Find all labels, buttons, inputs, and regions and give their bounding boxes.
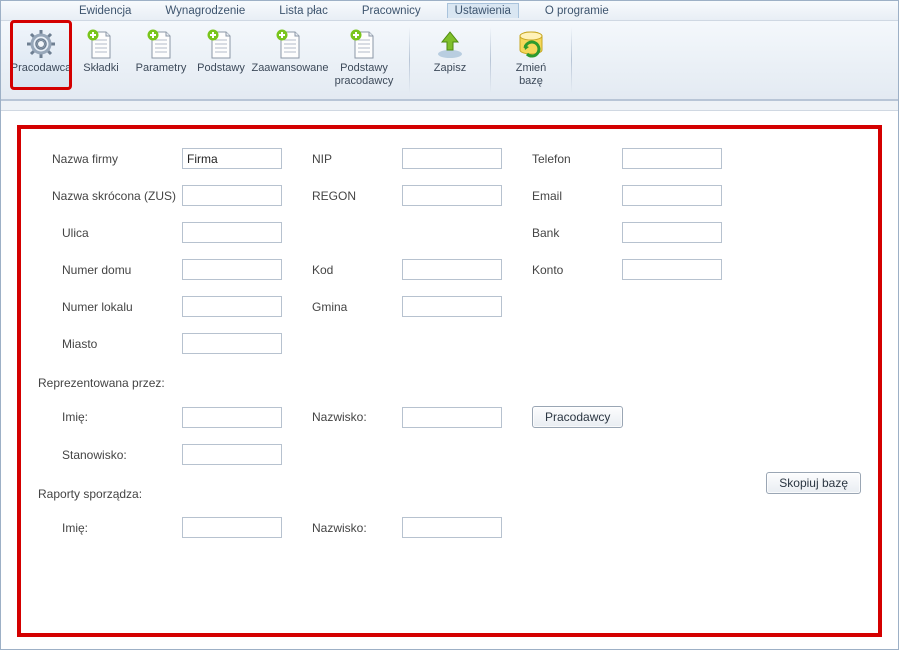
input-nazwa-firmy[interactable]	[182, 148, 282, 169]
label-ulica: Ulica	[52, 226, 182, 240]
ribbon: Pracodawca Składki	[1, 21, 898, 101]
input-rap-nazwisko[interactable]	[402, 517, 502, 538]
form-area: Nazwa firmy NIP Telefon Nazwa skrócona (…	[1, 111, 898, 649]
label-rap-nazwisko: Nazwisko:	[312, 521, 402, 535]
input-gmina[interactable]	[402, 296, 502, 317]
label-gmina: Gmina	[312, 300, 402, 314]
ribbon-podstawy-pracodawcy[interactable]: Podstawy pracodawcy	[329, 21, 399, 89]
document-plus-icon	[86, 26, 116, 62]
ribbon-zapisz[interactable]: Zapisz	[420, 21, 480, 89]
label-numer-domu: Numer domu	[52, 263, 182, 277]
ribbon-podstawy[interactable]: Podstawy	[191, 21, 251, 89]
section-raporty: Raporty sporządza:	[38, 487, 722, 501]
document-plus-icon	[146, 26, 176, 62]
menubar: Ewidencja Wynagrodzenie Lista płac Praco…	[1, 1, 898, 21]
label-nazwa-firmy: Nazwa firmy	[52, 152, 182, 166]
input-rep-imie[interactable]	[182, 407, 282, 428]
menu-ustawienia[interactable]: Ustawienia	[447, 3, 519, 18]
label-miasto: Miasto	[52, 337, 182, 351]
input-nip[interactable]	[402, 148, 502, 169]
document-plus-icon	[275, 26, 305, 62]
ribbon-label: Podstawy pracodawcy	[330, 62, 398, 88]
label-kod: Kod	[312, 263, 402, 277]
input-email[interactable]	[622, 185, 722, 206]
label-konto: Konto	[532, 263, 622, 277]
menu-ewidencja[interactable]: Ewidencja	[71, 3, 139, 19]
label-email: Email	[532, 189, 622, 203]
input-numer-lokalu[interactable]	[182, 296, 282, 317]
form-grid: Nazwa firmy NIP Telefon Nazwa skrócona (…	[52, 148, 859, 538]
ribbon-separator	[490, 27, 491, 93]
ribbon-label: Składki	[72, 62, 130, 88]
ribbon-label: Pracodawca	[12, 62, 70, 88]
button-pracodawcy[interactable]: Pracodawcy	[532, 406, 623, 428]
ribbon-zmien-baze[interactable]: Zmień bazę	[501, 21, 561, 89]
label-regon: REGON	[312, 189, 402, 203]
input-stanowisko[interactable]	[182, 444, 282, 465]
label-nip: NIP	[312, 152, 402, 166]
input-kod[interactable]	[402, 259, 502, 280]
label-rap-imie: Imię:	[52, 521, 182, 535]
ribbon-pracodawca[interactable]: Pracodawca	[11, 21, 71, 89]
save-icon	[434, 26, 466, 62]
document-plus-icon	[349, 26, 379, 62]
menu-wynagrodzenie[interactable]: Wynagrodzenie	[157, 3, 253, 19]
ribbon-group-db: Zmień bazę	[497, 21, 565, 99]
input-konto[interactable]	[622, 259, 722, 280]
label-telefon: Telefon	[532, 152, 622, 166]
ribbon-label: Zaawansowane	[252, 62, 328, 88]
menu-o-programie[interactable]: O programie	[537, 3, 617, 19]
ribbon-group-settings: Pracodawca Składki	[7, 21, 403, 99]
document-plus-icon	[206, 26, 236, 62]
app-window: Ewidencja Wynagrodzenie Lista płac Praco…	[0, 0, 899, 650]
ribbon-separator	[571, 27, 572, 93]
ribbon-label: Zmień bazę	[502, 62, 560, 88]
input-rep-nazwisko[interactable]	[402, 407, 502, 428]
ribbon-parametry[interactable]: Parametry	[131, 21, 191, 89]
button-skopiuj-baze[interactable]: Skopiuj bazę	[766, 472, 861, 494]
label-rep-imie: Imię:	[52, 410, 182, 424]
database-refresh-icon	[515, 26, 547, 62]
ribbon-label: Zapisz	[421, 62, 479, 88]
label-bank: Bank	[532, 226, 622, 240]
label-stanowisko: Stanowisko:	[52, 448, 182, 462]
ribbon-label: Podstawy	[192, 62, 250, 88]
ribbon-skladki[interactable]: Składki	[71, 21, 131, 89]
input-regon[interactable]	[402, 185, 502, 206]
ribbon-label: Parametry	[132, 62, 190, 88]
ribbon-group-save: Zapisz	[416, 21, 484, 99]
menu-pracownicy[interactable]: Pracownicy	[354, 3, 429, 19]
menu-lista-plac[interactable]: Lista płac	[271, 3, 336, 19]
input-telefon[interactable]	[622, 148, 722, 169]
label-numer-lokalu: Numer lokalu	[52, 300, 182, 314]
ribbon-zaawansowane[interactable]: Zaawansowane	[251, 21, 329, 89]
input-nazwa-skrocona[interactable]	[182, 185, 282, 206]
label-rep-nazwisko: Nazwisko:	[312, 410, 402, 424]
subtab-strip	[1, 101, 898, 111]
ribbon-separator	[409, 27, 410, 93]
label-nazwa-skrocona: Nazwa skrócona (ZUS)	[52, 189, 182, 203]
input-numer-domu[interactable]	[182, 259, 282, 280]
employer-form-panel: Nazwa firmy NIP Telefon Nazwa skrócona (…	[17, 125, 882, 637]
input-miasto[interactable]	[182, 333, 282, 354]
input-bank[interactable]	[622, 222, 722, 243]
section-reprezentowana: Reprezentowana przez:	[38, 376, 722, 390]
gear-icon	[25, 26, 57, 62]
input-ulica[interactable]	[182, 222, 282, 243]
input-rap-imie[interactable]	[182, 517, 282, 538]
